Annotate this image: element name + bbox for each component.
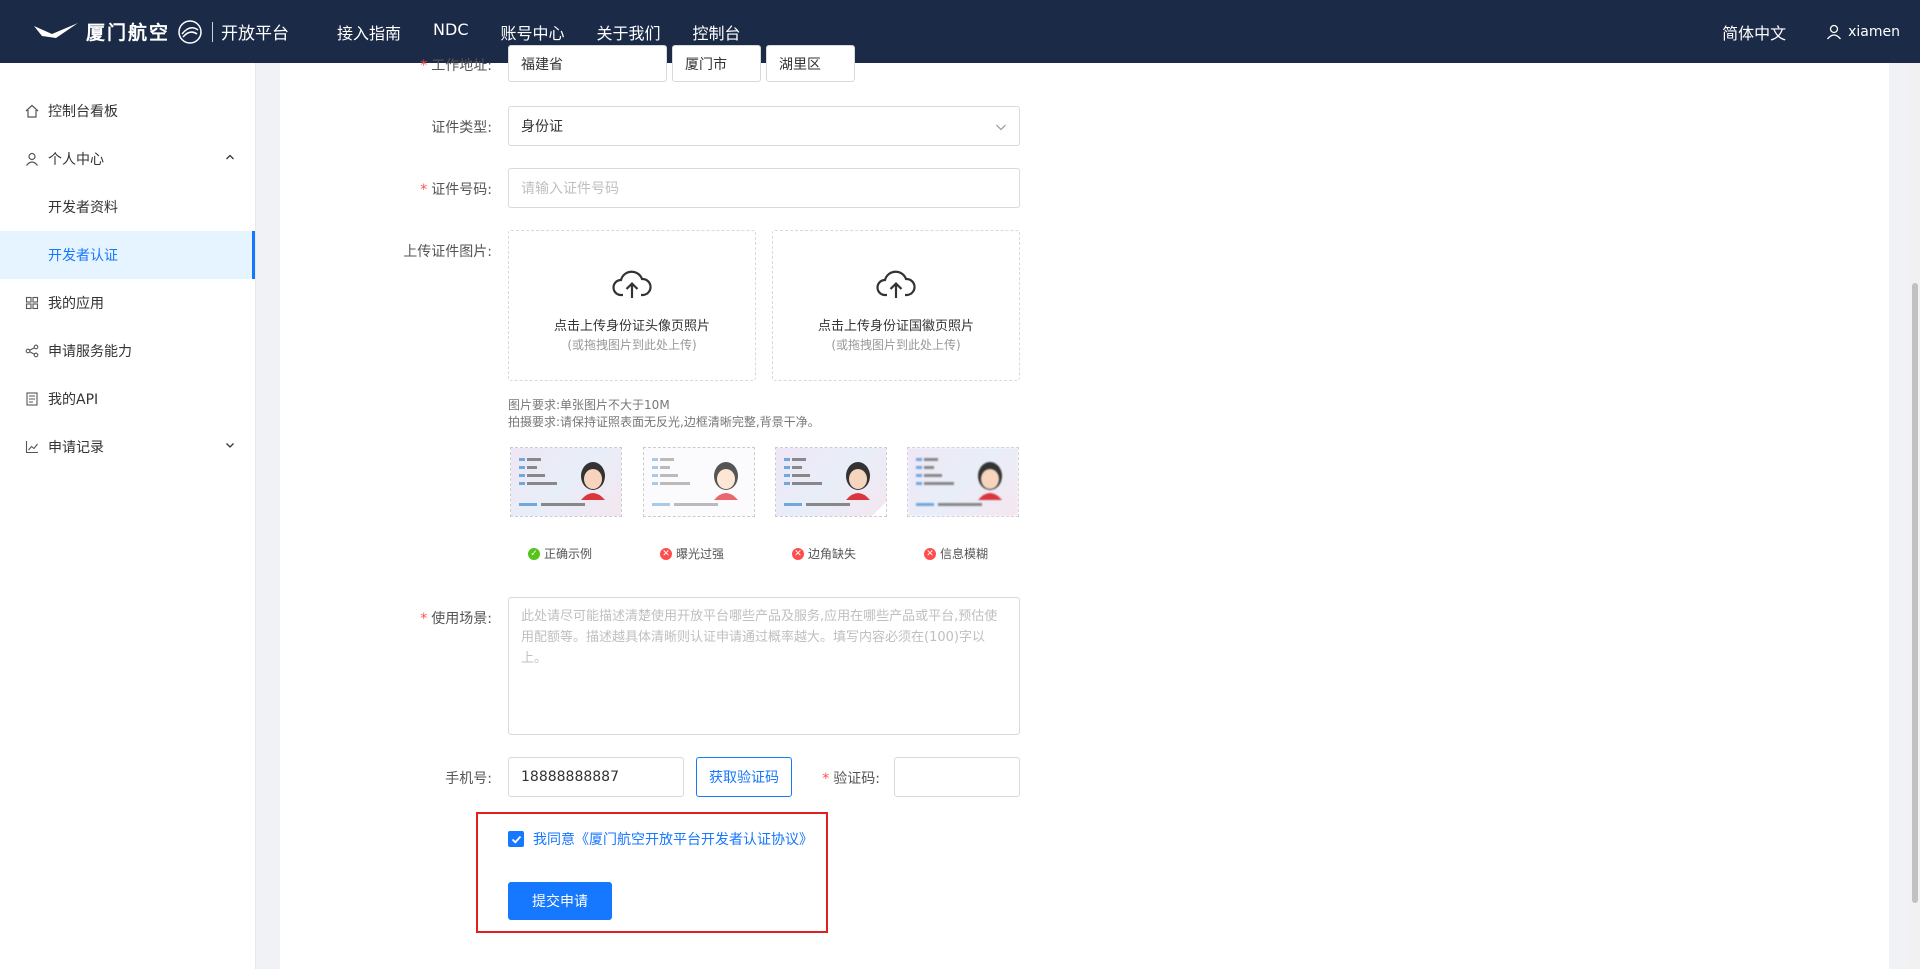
sidebar-item-dashboard[interactable]: 控制台看板 xyxy=(0,87,255,135)
sample-image-missing-corner xyxy=(775,447,887,517)
phone-value: 18888888887 xyxy=(521,769,619,785)
user-icon xyxy=(1827,24,1842,39)
sidebar-item-label: 申请服务能力 xyxy=(48,344,132,360)
district-select[interactable]: 湖里区 xyxy=(766,45,855,82)
sample-image-blurry xyxy=(907,447,1019,517)
code-label: * 验证码: xyxy=(822,771,880,787)
logo-text: 厦门航空 xyxy=(86,22,171,44)
scenario-label: * 使用场景: xyxy=(420,611,492,627)
sidebar-item-label: 申请记录 xyxy=(48,440,104,456)
id-card-sample-icon xyxy=(916,458,1002,506)
id-type-value: 身份证 xyxy=(521,119,563,135)
sidebar-item-label: 开发者认证 xyxy=(48,248,118,264)
sidebar-item-label: 我的API xyxy=(48,392,99,408)
id-card-sample-icon xyxy=(784,458,886,516)
agreement-link[interactable]: 我同意《厦门航空开放平台开发者认证协议》 xyxy=(533,829,813,849)
sidebar-item-label: 开发者资料 xyxy=(48,200,118,216)
upload-back-title: 点击上传身份证国徽页照片 xyxy=(817,319,974,334)
upload-label: 上传证件图片: xyxy=(403,244,492,260)
phone-label: 手机号: xyxy=(445,771,492,787)
close-circle-icon: ✕ xyxy=(924,547,936,560)
sample-caption-overexposed: ✕ 曝光过强 xyxy=(660,545,724,562)
apps-icon xyxy=(24,295,40,311)
province-select[interactable]: 福建省 xyxy=(508,45,667,82)
nav-ndc[interactable]: NDC xyxy=(433,20,468,44)
city-select[interactable]: 厦门市 xyxy=(672,45,761,82)
cloud-upload-icon xyxy=(612,270,652,298)
logo[interactable]: 厦门航空 开放平台 xyxy=(32,0,289,63)
logo-divider xyxy=(212,21,214,42)
sample-image-overexposed xyxy=(643,447,755,517)
user-menu[interactable]: xiamen xyxy=(1826,24,1900,40)
home-icon xyxy=(24,103,40,119)
scenario-textarea[interactable]: 此处请尽可能描述清楚使用开放平台哪些产品及服务,应用在哪些产品或平台,预估使用配… xyxy=(508,597,1020,735)
user-icon xyxy=(24,151,40,167)
chevron-up-icon xyxy=(226,154,234,160)
sidebar-item-apply-records[interactable]: 申请记录 xyxy=(0,423,255,471)
share-icon xyxy=(24,343,40,359)
id-number-input[interactable]: 请输入证件号码 xyxy=(508,168,1020,208)
address-label: * 工作地址: xyxy=(420,58,492,74)
sample-caption-blurry: ✕ 信息模糊 xyxy=(924,545,988,562)
sample-image-correct xyxy=(510,447,622,517)
logo-subtitle: 开放平台 xyxy=(221,24,290,44)
id-type-label: 证件类型: xyxy=(431,120,492,136)
scenario-placeholder: 此处请尽可能描述清楚使用开放平台哪些产品及服务,应用在哪些产品或平台,预估使用配… xyxy=(521,609,998,666)
check-circle-icon: ✓ xyxy=(528,547,540,560)
phone-input[interactable]: 18888888887 xyxy=(508,757,684,797)
upload-back-area[interactable]: 点击上传身份证国徽页照片 (或拖拽图片到此处上传) xyxy=(772,230,1020,381)
sidebar-item-developer-certification[interactable]: 开发者认证 xyxy=(0,231,255,279)
upload-front-area[interactable]: 点击上传身份证头像页照片 (或拖拽图片到此处上传) xyxy=(508,230,756,381)
upload-tip-size: 图片要求:单张图片不大于10M xyxy=(508,398,670,412)
sidebar: 控制台看板 个人中心 开发者资料 开发者认证 我的应用 申请服务能力 我的API… xyxy=(0,63,256,969)
sidebar-item-personal-center[interactable]: 个人中心 xyxy=(0,135,255,183)
document-icon xyxy=(24,391,40,407)
sidebar-item-label: 控制台看板 xyxy=(48,104,118,120)
nav-console[interactable]: 控制台 xyxy=(693,20,741,44)
scrollbar[interactable] xyxy=(1910,63,1920,969)
id-number-label: * 证件号码: xyxy=(420,182,492,198)
nav-guide[interactable]: 接入指南 xyxy=(337,20,401,44)
sidebar-item-developer-profile[interactable]: 开发者资料 xyxy=(0,183,255,231)
nav-account[interactable]: 账号中心 xyxy=(501,20,565,44)
upload-front-title: 点击上传身份证头像页照片 xyxy=(553,319,710,334)
upload-tip-photo: 拍摄要求:请保持证照表面无反光,边框清晰完整,背景干净。 xyxy=(508,415,820,429)
username: xiamen xyxy=(1848,23,1900,40)
sidebar-item-label: 我的应用 xyxy=(48,296,104,312)
id-card-sample-icon xyxy=(652,458,738,506)
scrollbar-thumb[interactable] xyxy=(1912,283,1918,903)
airline-logo-icon xyxy=(34,22,78,38)
sidebar-item-my-api[interactable]: 我的API xyxy=(0,375,255,423)
nav-about[interactable]: 关于我们 xyxy=(597,20,661,44)
language-switcher[interactable]: 简体中文 xyxy=(1722,20,1786,44)
agreement-checkbox[interactable] xyxy=(508,831,524,847)
chart-icon xyxy=(24,439,40,455)
id-type-select[interactable]: 身份证 xyxy=(508,106,1020,146)
sample-caption-correct: ✓ 正确示例 xyxy=(528,545,592,562)
id-number-placeholder: 请输入证件号码 xyxy=(521,181,619,197)
main-nav: 接入指南 NDC 账号中心 关于我们 控制台 xyxy=(337,20,773,44)
sidebar-item-label: 个人中心 xyxy=(48,152,104,168)
chevron-down-icon xyxy=(226,443,234,448)
sample-caption-missing-corner: ✕ 边角缺失 xyxy=(792,545,856,562)
check-icon xyxy=(511,835,521,844)
sidebar-item-apply-service[interactable]: 申请服务能力 xyxy=(0,327,255,375)
close-circle-icon: ✕ xyxy=(660,547,672,560)
id-card-sample-icon xyxy=(519,458,605,506)
chevron-down-icon xyxy=(996,124,1006,131)
logo-emblem-icon xyxy=(178,19,202,44)
close-circle-icon: ✕ xyxy=(792,547,804,560)
cloud-upload-icon xyxy=(876,270,916,298)
submit-button[interactable]: 提交申请 xyxy=(508,882,612,920)
code-input[interactable] xyxy=(894,757,1020,797)
upload-front-hint: (或拖拽图片到此处上传) xyxy=(567,338,697,352)
sidebar-item-my-apps[interactable]: 我的应用 xyxy=(0,279,255,327)
top-navbar: 厦门航空 开放平台 接入指南 NDC 账号中心 关于我们 控制台 简体中文 xi… xyxy=(0,0,1920,63)
upload-back-hint: (或拖拽图片到此处上传) xyxy=(831,338,961,352)
